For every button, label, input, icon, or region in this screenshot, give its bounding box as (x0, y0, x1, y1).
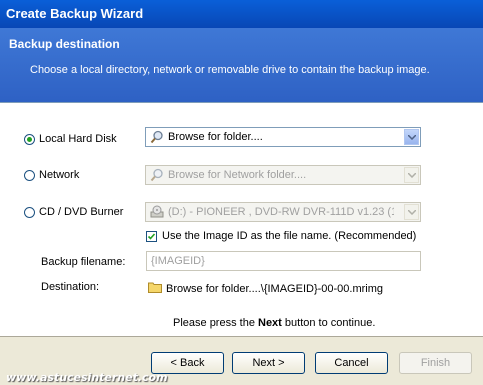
use-image-id-label: Use the Image ID as the file name. (Reco… (162, 230, 417, 242)
cd-dvd-label: CD / DVD Burner (39, 206, 124, 218)
network-folder-combo[interactable]: Browse for Network folder.... (145, 165, 421, 185)
use-image-id-checkbox[interactable] (146, 230, 157, 242)
local-hard-disk-option[interactable]: Local Hard Disk (24, 133, 117, 145)
destination-label: Destination: (41, 281, 100, 293)
instruction-after: button to continue. (281, 317, 376, 329)
local-folder-value: Browse for folder.... (168, 131, 263, 143)
local-hard-disk-radio[interactable] (24, 133, 35, 145)
instruction-before: Please press the (173, 317, 258, 329)
chevron-down-icon[interactable] (404, 204, 419, 220)
finish-button[interactable]: Finish (399, 352, 472, 374)
destination-value: Browse for folder....\{IMAGEID}-00-00.mr… (166, 282, 384, 295)
watermark: www.astucesinternet.com (6, 371, 168, 384)
folder-icon (148, 281, 162, 296)
cd-drive-icon (150, 205, 164, 219)
instruction-text: Please press the Next button to continue… (173, 317, 375, 329)
chevron-down-icon[interactable] (404, 129, 419, 145)
divider (0, 336, 483, 337)
wizard-header: Backup destination Choose a local direct… (0, 28, 483, 103)
cd-drive-combo[interactable]: (D:) - PIONEER , DVD-RW DVR-111D v1.23 (… (145, 202, 421, 222)
use-image-id-option[interactable]: Use the Image ID as the file name. (Reco… (146, 230, 416, 242)
local-hard-disk-label: Local Hard Disk (39, 133, 117, 145)
cd-dvd-option[interactable]: CD / DVD Burner (24, 206, 123, 218)
window-title: Create Backup Wizard (6, 6, 144, 21)
backup-filename-label: Backup filename: (41, 256, 126, 268)
cancel-button[interactable]: Cancel (315, 352, 388, 374)
magnifier-icon (150, 168, 164, 182)
network-option[interactable]: Network (24, 169, 79, 181)
backup-filename-value: {IMAGEID} (151, 255, 205, 267)
cd-dvd-radio[interactable] (24, 206, 35, 218)
page-title: Backup destination (9, 37, 120, 51)
cd-drive-value: (D:) - PIONEER , DVD-RW DVR-111D v1.23 (… (168, 206, 394, 218)
network-folder-value: Browse for Network folder.... (168, 169, 307, 181)
next-button[interactable]: Next > (232, 352, 305, 374)
chevron-down-icon[interactable] (404, 167, 419, 183)
instruction-bold: Next (258, 317, 282, 329)
title-bar: Create Backup Wizard (0, 0, 483, 28)
magnifier-icon (150, 130, 164, 144)
page-description: Choose a local directory, network or rem… (30, 64, 430, 76)
network-radio[interactable] (24, 169, 35, 181)
backup-filename-input[interactable]: {IMAGEID} (146, 251, 421, 271)
network-label: Network (39, 169, 80, 181)
destination-display: Browse for folder....\{IMAGEID}-00-00.mr… (148, 281, 383, 296)
local-folder-combo[interactable]: Browse for folder.... (145, 127, 421, 147)
